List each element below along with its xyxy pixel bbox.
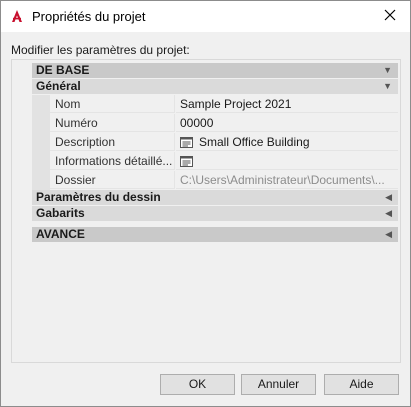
property-name-value[interactable]: Sample Project 2021	[176, 95, 398, 113]
property-description-label: Description	[50, 133, 175, 151]
close-button[interactable]	[370, 1, 410, 32]
property-details-label: Informations détaillé...	[50, 152, 175, 170]
category-advanced-label: AVANCE	[36, 227, 85, 241]
cancel-button[interactable]: Annuler	[241, 374, 316, 395]
category-base-label: DE BASE	[36, 63, 90, 77]
help-button[interactable]: Aide	[324, 374, 399, 395]
category-general-label: Général	[36, 79, 81, 93]
property-row-description: Description Small Office Building	[32, 133, 398, 152]
property-grid: DE BASE ▼ Général ▼ Nom Sample Project 2…	[32, 63, 398, 243]
category-drawing-params[interactable]: Paramètres du dessin ◀	[32, 190, 398, 205]
category-general[interactable]: Général ▼	[32, 79, 398, 94]
text-editor-icon[interactable]	[180, 135, 193, 150]
category-drawing-params-label: Paramètres du dessin	[36, 190, 161, 204]
property-description-text: Small Office Building	[199, 135, 310, 149]
ok-button[interactable]: OK	[160, 374, 235, 395]
close-icon	[384, 9, 396, 24]
property-row-details: Informations détaillé...	[32, 152, 398, 171]
prompt-label: Modifier les paramètres du projet:	[11, 43, 190, 57]
property-number-value[interactable]: 00000	[176, 114, 398, 132]
project-properties-dialog: Propriétés du projet Modifier les paramè…	[0, 0, 411, 407]
chevron-down-icon: ▼	[383, 81, 392, 91]
chevron-left-icon: ◀	[385, 192, 392, 202]
property-folder-label: Dossier	[50, 171, 175, 189]
chevron-down-icon: ▼	[383, 65, 392, 75]
property-row-name: Nom Sample Project 2021	[32, 95, 398, 114]
chevron-left-icon: ◀	[385, 229, 392, 239]
category-advanced[interactable]: AVANCE ◀	[32, 227, 398, 242]
title-bar: Propriétés du projet	[1, 1, 410, 32]
autocad-a-icon	[9, 8, 25, 24]
dialog-title: Propriétés du projet	[32, 9, 146, 24]
chevron-left-icon: ◀	[385, 208, 392, 218]
property-number-label: Numéro	[50, 114, 175, 132]
property-folder-value: C:\Users\Administrateur\Documents\...	[176, 171, 398, 189]
category-templates[interactable]: Gabarits ◀	[32, 206, 398, 221]
property-name-label: Nom	[50, 95, 175, 113]
property-row-number: Numéro 00000	[32, 114, 398, 133]
property-details-value[interactable]	[176, 152, 398, 170]
property-row-folder: Dossier C:\Users\Administrateur\Document…	[32, 171, 398, 190]
category-base[interactable]: DE BASE ▼	[32, 63, 398, 78]
text-editor-icon[interactable]	[180, 154, 193, 169]
property-grid-panel: DE BASE ▼ Général ▼ Nom Sample Project 2…	[11, 59, 401, 363]
property-description-value[interactable]: Small Office Building	[176, 133, 398, 151]
category-templates-label: Gabarits	[36, 206, 85, 220]
